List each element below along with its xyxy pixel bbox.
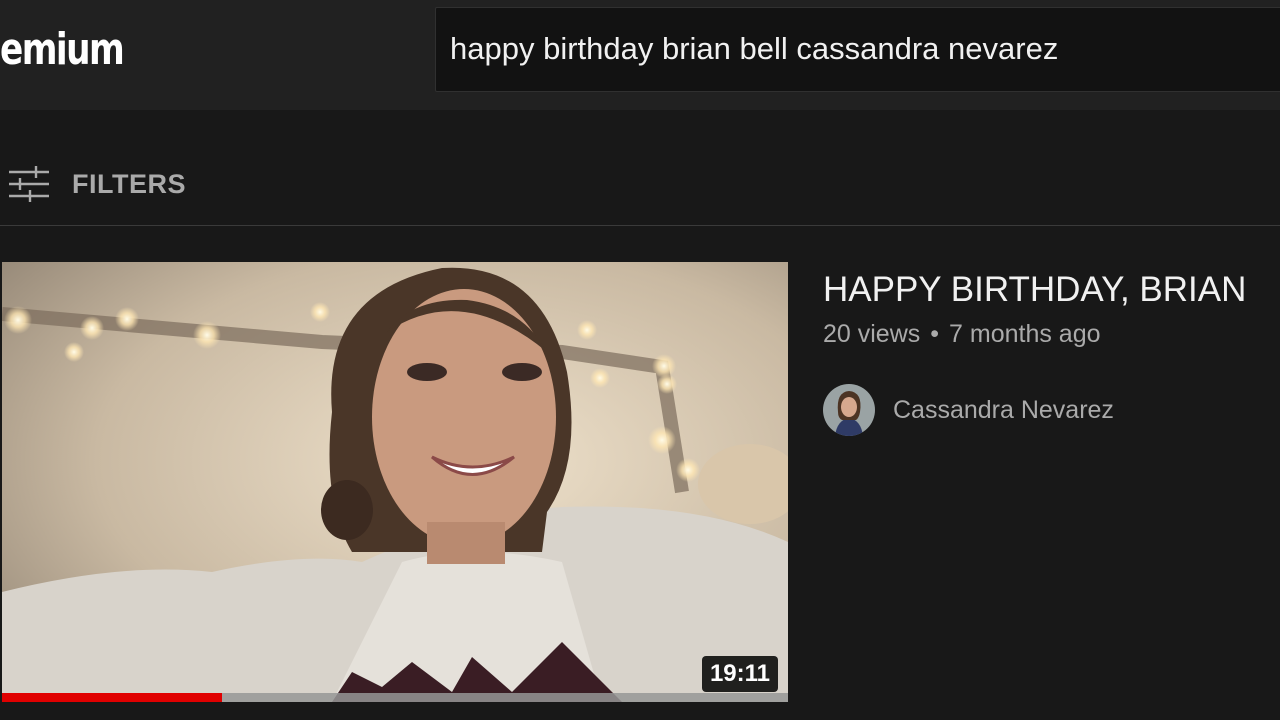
filters-bar: FILTERS (0, 150, 1280, 226)
filters-sliders-icon (9, 166, 49, 202)
youtube-premium-logo[interactable]: emium (0, 22, 125, 78)
filters-button[interactable]: FILTERS (8, 162, 186, 206)
video-duration: 19:11 (701, 656, 778, 692)
watch-progress-fill (2, 693, 223, 702)
filters-label: FILTERS (72, 168, 186, 199)
view-count: 20 views (823, 320, 921, 348)
channel-avatar[interactable] (823, 384, 875, 436)
meta-separator: • (930, 320, 940, 348)
upload-age: 7 months ago (949, 320, 1101, 348)
video-thumbnail[interactable]: 19:11 (2, 262, 788, 702)
channel-link[interactable]: Cassandra Nevarez (823, 384, 1114, 436)
thumbnail-image (2, 262, 788, 702)
masthead: emium (0, 0, 1280, 110)
watch-progress-bar (2, 693, 788, 702)
channel-name[interactable]: Cassandra Nevarez (893, 396, 1114, 425)
search-input[interactable] (450, 26, 1270, 72)
video-result: 19:11 HAPPY BIRTHDAY, BRIAN 20 views • 7 m… (0, 262, 1280, 702)
video-metadata: 20 views • 7 months ago (823, 320, 1101, 349)
video-title[interactable]: HAPPY BIRTHDAY, BRIAN (823, 270, 1246, 310)
search-box[interactable] (435, 7, 1280, 92)
